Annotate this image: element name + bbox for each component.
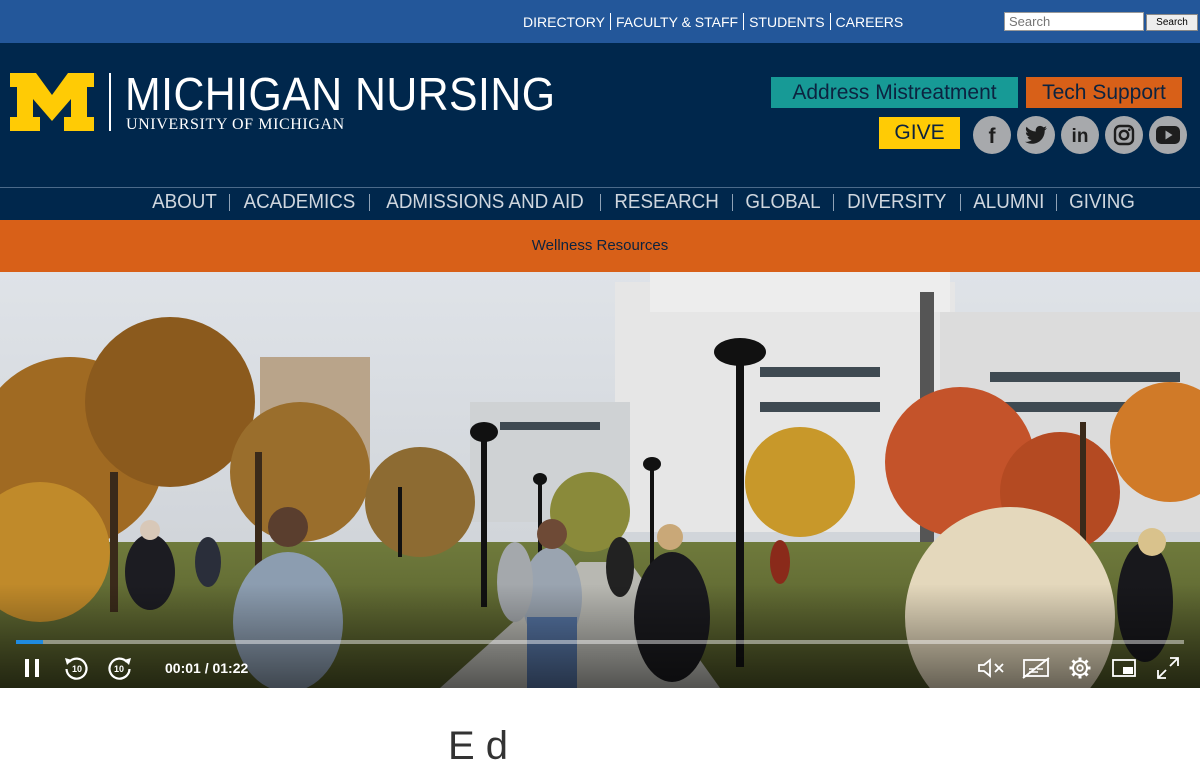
linkedin-icon[interactable]: in: [1061, 116, 1099, 154]
mute-icon[interactable]: [976, 656, 1006, 680]
tech-support-button[interactable]: Tech Support: [1026, 77, 1182, 108]
main-navigation: ABOUT ACADEMICS ADMISSIONS AND AID RESEA…: [0, 187, 1200, 220]
svg-text:10: 10: [114, 664, 124, 674]
nav-separator: [228, 194, 230, 211]
video-time-display: 00:01 / 01:22: [165, 660, 249, 676]
section-heading-partial: E d: [448, 724, 509, 768]
video-progress-bar[interactable]: [16, 640, 1184, 644]
nav-separator: [368, 194, 370, 211]
logo-divider: [109, 73, 111, 131]
twitter-icon[interactable]: [1017, 116, 1055, 154]
utility-link-careers[interactable]: CAREERS: [836, 14, 904, 30]
nav-research[interactable]: RESEARCH: [614, 191, 718, 214]
settings-icon[interactable]: [1067, 655, 1093, 681]
nav-global[interactable]: GLOBAL: [745, 191, 820, 214]
nav-diversity[interactable]: DIVERSITY: [847, 191, 946, 214]
video-frame: [0, 272, 1200, 688]
video-progress-fill: [16, 640, 43, 644]
wellness-resources-link[interactable]: Wellness Resources: [0, 237, 1200, 254]
nav-separator: [833, 194, 835, 211]
picture-in-picture-icon[interactable]: [1111, 656, 1137, 680]
utility-link-directory[interactable]: DIRECTORY: [523, 14, 605, 30]
svg-text:f: f: [989, 125, 997, 146]
utility-link-faculty-staff[interactable]: FACULTY & STAFF: [616, 14, 738, 30]
nav-admissions-and-aid[interactable]: ADMISSIONS AND AID: [386, 191, 583, 214]
nav-alumni[interactable]: ALUMNI: [973, 191, 1044, 214]
utility-bar: DIRECTORY FACULTY & STAFF STUDENTS CAREE…: [0, 0, 1200, 43]
nav-separator: [599, 194, 601, 211]
wellness-banner: Wellness Resources: [0, 220, 1200, 272]
block-m-logo[interactable]: [10, 73, 94, 131]
captions-off-icon[interactable]: [1020, 655, 1052, 681]
nav-separator: [959, 194, 961, 211]
address-mistreatment-button[interactable]: Address Mistreatment: [771, 77, 1018, 108]
search-input[interactable]: [1004, 12, 1144, 31]
utility-separator: [609, 13, 611, 30]
hero-video[interactable]: 10 10 00:01 / 01:22: [0, 272, 1200, 688]
nav-separator: [732, 194, 734, 211]
instagram-icon[interactable]: [1105, 116, 1143, 154]
give-button[interactable]: GIVE: [879, 117, 960, 149]
logo-title[interactable]: MICHIGAN NURSING: [125, 67, 556, 121]
fullscreen-icon[interactable]: [1155, 656, 1181, 680]
utility-link-students[interactable]: STUDENTS: [749, 14, 824, 30]
nav-about[interactable]: ABOUT: [152, 191, 217, 214]
utility-separator: [829, 13, 831, 30]
search-button[interactable]: Search: [1146, 14, 1198, 31]
site-header: MICHIGAN NURSING UNIVERSITY OF MICHIGAN …: [0, 43, 1200, 187]
svg-text:10: 10: [72, 664, 82, 674]
utility-separator: [743, 13, 745, 30]
nav-separator: [1056, 194, 1058, 211]
nav-academics[interactable]: ACADEMICS: [243, 191, 355, 214]
utility-links: DIRECTORY FACULTY & STAFF STUDENTS CAREE…: [523, 13, 903, 30]
nav-giving[interactable]: GIVING: [1069, 191, 1135, 214]
rewind-10-icon[interactable]: 10: [62, 654, 90, 682]
youtube-icon[interactable]: [1149, 116, 1187, 154]
forward-10-icon[interactable]: 10: [106, 654, 134, 682]
pause-icon[interactable]: [20, 656, 44, 680]
svg-text:in: in: [1072, 126, 1089, 145]
facebook-icon[interactable]: f: [973, 116, 1011, 154]
logo-subtitle[interactable]: UNIVERSITY OF MICHIGAN: [126, 116, 345, 134]
